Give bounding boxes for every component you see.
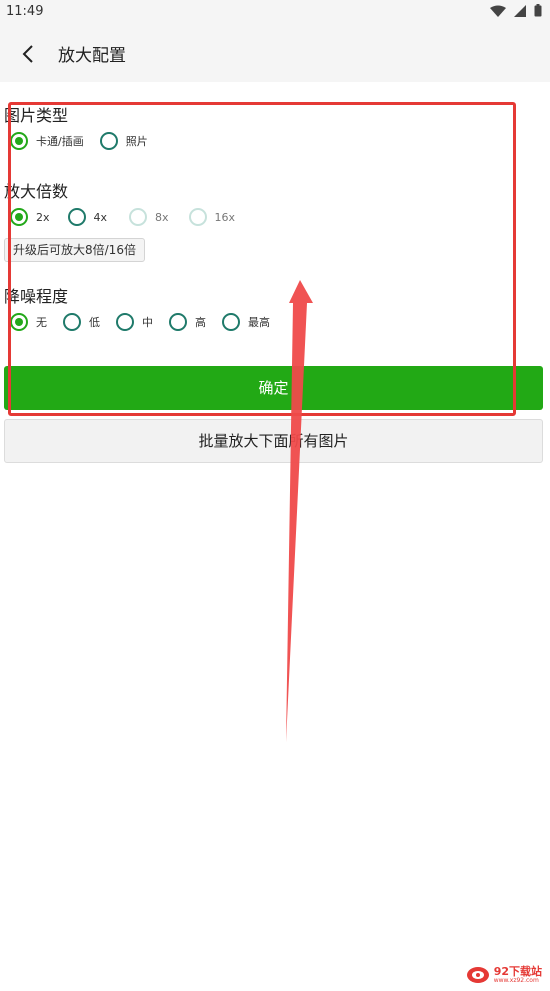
radio-label: 2x — [36, 210, 50, 224]
denoise-group: 无 低 中 高 最高 — [10, 313, 286, 331]
radio-scale-2x[interactable]: 2x — [10, 208, 50, 226]
app-bar: 放大配置 — [0, 24, 550, 82]
status-bar: 11:49 — [0, 0, 550, 24]
wifi-icon — [490, 5, 506, 17]
radio-label: 中 — [142, 316, 153, 329]
radio-circle — [222, 313, 240, 331]
image-type-title: 图片类型 — [4, 106, 69, 125]
radio-label: 高 — [195, 316, 206, 329]
watermark: 92下载站 www.xz92.com — [466, 965, 542, 985]
signal-icon — [514, 4, 526, 17]
image-type-group: 卡通/插画 照片 — [10, 132, 164, 150]
back-arrow-icon — [22, 45, 33, 63]
radio-denoise-mid[interactable]: 中 — [116, 313, 153, 331]
radio-label: 16x — [214, 210, 236, 224]
radio-circle-checked — [10, 313, 28, 331]
radio-photo[interactable]: 照片 — [99, 132, 148, 150]
radio-circle — [116, 313, 134, 331]
radio-circle-checked — [10, 132, 28, 150]
radio-circle — [63, 313, 81, 331]
status-time: 11:49 — [6, 4, 44, 19]
page-title: 放大配置 — [58, 46, 126, 66]
radio-label: 低 — [89, 316, 100, 329]
radio-denoise-max[interactable]: 最高 — [222, 313, 270, 331]
status-icons — [490, 4, 542, 17]
radio-circle-disabled — [188, 208, 207, 226]
denoise-title: 降噪程度 — [4, 287, 69, 306]
radio-label: 照片 — [125, 135, 148, 148]
radio-circle-checked — [10, 208, 28, 226]
radio-denoise-none[interactable]: 无 — [10, 313, 47, 331]
scale-title: 放大倍数 — [4, 182, 69, 201]
radio-label: 无 — [36, 316, 47, 329]
radio-denoise-high[interactable]: 高 — [169, 313, 206, 331]
radio-circle — [169, 313, 187, 331]
radio-scale-8x[interactable]: 8x — [129, 208, 169, 226]
watermark-logo-icon — [466, 967, 489, 983]
watermark-main: 92下载站 — [493, 965, 542, 979]
radio-scale-16x[interactable]: 16x — [188, 208, 236, 226]
confirm-button[interactable]: 确定 — [4, 366, 543, 410]
radio-label: 8x — [155, 210, 169, 224]
radio-cartoon[interactable]: 卡通/插画 — [10, 132, 84, 150]
watermark-text: 92下载站 www.xz92.com — [494, 966, 542, 984]
radio-scale-4x[interactable]: 4x — [67, 208, 108, 226]
back-button[interactable] — [14, 40, 42, 68]
radio-label: 4x — [93, 210, 108, 224]
radio-circle-disabled — [129, 208, 148, 226]
watermark-sub: www.xz92.com — [493, 976, 539, 984]
upgrade-button[interactable]: 升级后可放大8倍/16倍 — [4, 238, 145, 262]
radio-label: 最高 — [248, 316, 270, 329]
radio-denoise-low[interactable]: 低 — [63, 313, 100, 331]
radio-circle — [99, 132, 118, 150]
scale-group: 2x 4x 8x 16x — [10, 208, 251, 226]
radio-label: 卡通/插画 — [36, 135, 84, 148]
battery-icon — [534, 4, 542, 17]
radio-circle — [67, 208, 86, 226]
batch-upscale-button[interactable]: 批量放大下面所有图片 — [4, 419, 543, 463]
